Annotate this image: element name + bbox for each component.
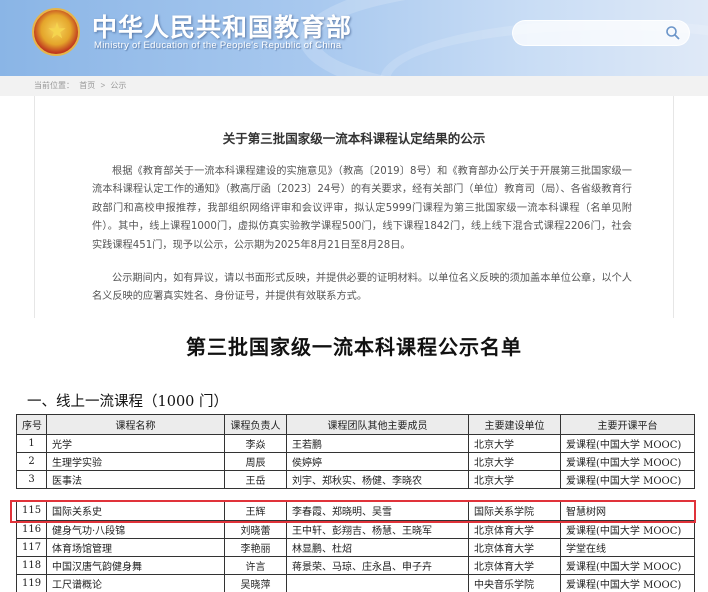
cell-platform: 爱课程(中国大学 MOOC) [560, 520, 695, 539]
cell-unit: 北京体育大学 [468, 556, 561, 575]
table-row: 117 体育场馆管理 李艳丽 林显鹏、杜炤 北京体育大学 学堂在线 [16, 538, 695, 557]
cell-number: 117 [16, 538, 47, 557]
cell-number: 116 [16, 520, 47, 539]
cell-course: 国际关系史 [46, 500, 225, 521]
breadcrumb-current[interactable]: 公示 [110, 81, 126, 90]
cell-course: 中国汉唐气韵健身舞 [46, 556, 225, 575]
cell-leader: 许言 [224, 556, 287, 575]
cell-platform: 爱课程(中国大学 MOOC) [560, 470, 695, 489]
cell-platform: 智慧树网 [560, 500, 695, 521]
cell-unit: 国际关系学院 [468, 500, 561, 521]
cell-unit: 北京大学 [468, 452, 561, 471]
cell-team [286, 574, 469, 592]
column-header: 课程负责人 [224, 414, 287, 435]
cell-course: 健身气功·八段锦 [46, 520, 225, 539]
table-gap-row [16, 488, 695, 501]
cell-course: 医事法 [46, 470, 225, 489]
cell-team: 刘宇、郑秋实、杨健、李晓农 [286, 470, 469, 489]
course-table-wrap: 序号 课程名称 课程负责人 课程团队其他主要成员 主要建设单位 主要开课平台 1… [16, 414, 695, 592]
cell-leader: 吴晓萍 [224, 574, 287, 592]
cell-leader: 刘晓蕾 [224, 520, 287, 539]
table-header-row: 序号 课程名称 课程负责人 课程团队其他主要成员 主要建设单位 主要开课平台 [16, 414, 695, 435]
cell-course: 工尺谱概论 [46, 574, 225, 592]
table-row: 3 医事法 王岳 刘宇、郑秋实、杨健、李晓农 北京大学 爱课程(中国大学 MOO… [16, 470, 695, 489]
cell-leader: 王辉 [224, 500, 287, 521]
notice-paragraph: 根据《教育部关于一流本科课程建设的实施意见》（教高〔2019〕8号）和《教育部办… [92, 166, 632, 251]
table-row: 1 光学 李焱 王若鹏 北京大学 爱课程(中国大学 MOOC) [16, 434, 695, 453]
cell-unit: 北京大学 [468, 470, 561, 489]
column-header: 主要开课平台 [560, 414, 695, 435]
cell-unit: 北京体育大学 [468, 538, 561, 557]
cell-unit: 北京大学 [468, 434, 561, 453]
cell-course: 生理学实验 [46, 452, 225, 471]
cell-team: 蒋景荣、马琼、庄永昌、申子卉 [286, 556, 469, 575]
cell-unit: 北京体育大学 [468, 520, 561, 539]
cell-number: 1 [16, 434, 47, 453]
breadcrumb-separator: > [100, 81, 106, 90]
cell-number: 119 [16, 574, 47, 592]
list-title: 第三批国家级一流本科课程公示名单 [186, 335, 522, 359]
site-title[interactable]: 中华人民共和国教育部 [92, 8, 352, 44]
cell-platform: 学堂在线 [560, 538, 695, 557]
cell-number: 118 [16, 556, 47, 575]
cell-number: 2 [16, 452, 47, 471]
cell-unit: 中央音乐学院 [468, 574, 561, 592]
notice-title: 关于第三批国家级一流本科课程认定结果的公示 [222, 131, 486, 146]
search-icon[interactable] [665, 25, 681, 41]
cell-leader: 李艳丽 [224, 538, 287, 557]
cell-team: 李春霞、郑晓明、吴雪 [286, 500, 469, 521]
cell-team: 林显鹏、杜炤 [286, 538, 469, 557]
table-row-highlighted: 115 国际关系史 王辉 李春霞、郑晓明、吴雪 国际关系学院 智慧树网 [16, 500, 695, 521]
cell-number: 115 [16, 500, 47, 521]
cell-platform: 爱课程(中国大学 MOOC) [560, 452, 695, 471]
national-emblem-icon[interactable] [32, 8, 80, 56]
cell-leader: 王岳 [224, 470, 287, 489]
cell-team: 侯婷婷 [286, 452, 469, 471]
cell-team: 王中轩、彭翔吉、杨慧、王晓军 [286, 520, 469, 539]
table-row: 118 中国汉唐气韵健身舞 许言 蒋景荣、马琼、庄永昌、申子卉 北京体育大学 爱… [16, 556, 695, 575]
course-table: 序号 课程名称 课程负责人 课程团队其他主要成员 主要建设单位 主要开课平台 1… [16, 414, 695, 592]
breadcrumb-home-link[interactable]: 首页 [79, 81, 95, 90]
cell-leader: 李焱 [224, 434, 287, 453]
cell-course: 光学 [46, 434, 225, 453]
breadcrumb: 当前位置： 首页 > 公示 [34, 80, 129, 91]
cell-platform: 爱课程(中国大学 MOOC) [560, 434, 695, 453]
cell-course: 体育场馆管理 [46, 538, 225, 557]
header-banner: 中华人民共和国教育部 Ministry of Education of the … [0, 0, 708, 76]
cell-platform: 爱课程(中国大学 MOOC) [560, 574, 695, 592]
column-header: 课程团队其他主要成员 [286, 414, 469, 435]
table-row: 119 工尺谱概论 吴晓萍 中央音乐学院 爱课程(中国大学 MOOC) [16, 574, 695, 592]
cell-leader: 周辰 [224, 452, 287, 471]
column-header: 序号 [16, 414, 47, 435]
site-subtitle: Ministry of Education of the People's Re… [94, 40, 342, 51]
cell-platform: 爱课程(中国大学 MOOC) [560, 556, 695, 575]
notice-paragraph: 公示期间内，如有异议，请以书面形式反映，并提供必要的证明材料。以单位名义反映的须… [92, 273, 632, 303]
column-header: 主要建设单位 [468, 414, 561, 435]
breadcrumb-label: 当前位置： [34, 81, 74, 90]
section-heading: 一、线上一流课程（1000 门） [27, 394, 229, 410]
table-row: 2 生理学实验 周辰 侯婷婷 北京大学 爱课程(中国大学 MOOC) [16, 452, 695, 471]
search-input[interactable] [512, 20, 690, 46]
cell-team: 王若鹏 [286, 434, 469, 453]
column-header: 课程名称 [46, 414, 225, 435]
table-row: 116 健身气功·八段锦 刘晓蕾 王中轩、彭翔吉、杨慧、王晓军 北京体育大学 爱… [16, 520, 695, 539]
cell-number: 3 [16, 470, 47, 489]
